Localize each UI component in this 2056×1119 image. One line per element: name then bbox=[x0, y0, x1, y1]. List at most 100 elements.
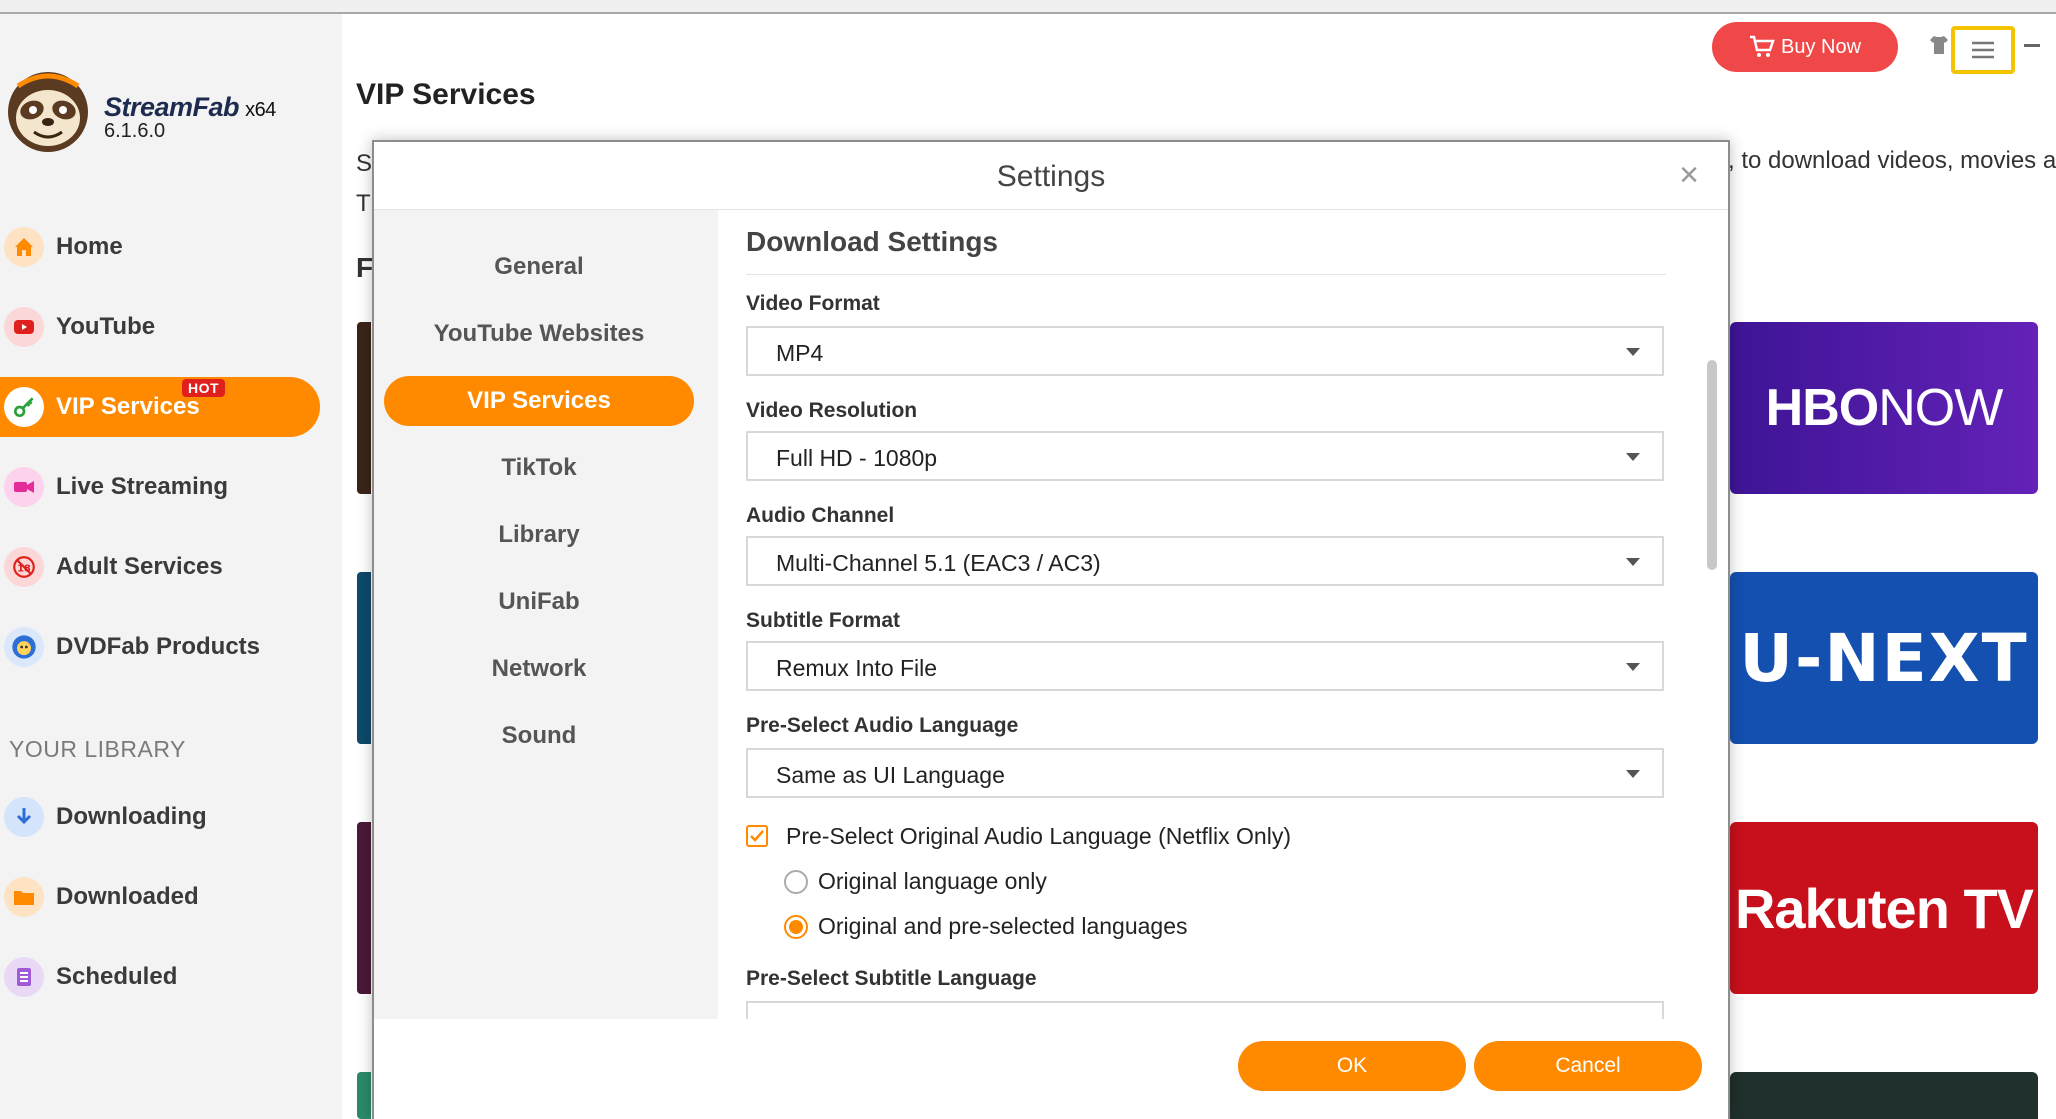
select-value: Same as UI Language bbox=[776, 762, 1005, 788]
subtitle-language-select[interactable] bbox=[746, 1001, 1664, 1019]
background-text: T bbox=[356, 190, 371, 217]
hot-badge: HOT bbox=[182, 379, 226, 397]
page-title: VIP Services bbox=[356, 78, 536, 111]
tab-general[interactable]: General bbox=[384, 242, 694, 292]
audio-language-label: Pre-Select Audio Language bbox=[746, 714, 1019, 737]
service-tile-edge[interactable] bbox=[357, 322, 371, 494]
caret-down-icon bbox=[1626, 770, 1640, 778]
audio-channel-select[interactable]: Multi-Channel 5.1 (EAC3 / AC3) bbox=[746, 536, 1664, 586]
radio-label: Original and pre-selected languages bbox=[818, 913, 1188, 939]
video-resolution-label: Video Resolution bbox=[746, 399, 918, 422]
library-section-title: YOUR LIBRARY bbox=[9, 736, 186, 762]
hamburger-menu-icon bbox=[1972, 41, 1994, 59]
caret-down-icon bbox=[1626, 348, 1640, 356]
settings-tabs: General YouTube Websites VIP Services Ti… bbox=[374, 210, 718, 1019]
buy-now-button[interactable]: Buy Now bbox=[1712, 22, 1898, 72]
divider bbox=[746, 274, 1666, 275]
sidebar-item-dvdfab-products[interactable]: DVDFab Products bbox=[0, 617, 320, 677]
sidebar-item-youtube[interactable]: YouTube bbox=[0, 297, 320, 357]
caret-down-icon bbox=[1626, 663, 1640, 671]
sidebar-item-downloaded[interactable]: Downloaded bbox=[0, 867, 320, 927]
sidebar-item-downloading[interactable]: Downloading bbox=[0, 787, 320, 847]
dialog-title: Settings bbox=[996, 160, 1106, 193]
service-tile-edge[interactable] bbox=[357, 572, 371, 744]
caret-down-icon bbox=[1626, 558, 1640, 566]
subtitle-format-select[interactable]: Remux Into File bbox=[746, 641, 1664, 691]
tab-unifab[interactable]: UniFab bbox=[384, 577, 694, 627]
ok-button[interactable]: OK bbox=[1238, 1041, 1466, 1091]
sidebar-item-scheduled[interactable]: Scheduled bbox=[0, 947, 320, 1007]
radio-label: Original language only bbox=[818, 868, 1047, 894]
sidebar-item-adult-services[interactable]: 18 Adult Services bbox=[0, 537, 320, 597]
service-tile-rakuten-tv[interactable]: Rakuten TV bbox=[1730, 822, 2038, 994]
section-title: Download Settings bbox=[746, 226, 998, 257]
scrollbar-thumb[interactable] bbox=[1707, 360, 1717, 570]
sidebar-item-home[interactable]: Home bbox=[0, 217, 320, 277]
no-18-icon: 18 bbox=[4, 547, 44, 587]
checkmark-icon bbox=[750, 830, 764, 842]
key-icon bbox=[4, 387, 44, 427]
tab-sound[interactable]: Sound bbox=[384, 711, 694, 761]
tab-youtube-websites[interactable]: YouTube Websites bbox=[384, 309, 694, 359]
dialog-header: Settings × bbox=[374, 142, 1728, 210]
select-value: MP4 bbox=[776, 340, 824, 366]
buy-now-label: Buy Now bbox=[1780, 35, 1862, 58]
sidebar-item-label: DVDFab Products bbox=[56, 633, 261, 660]
app-version: 6.1.6.0 bbox=[104, 120, 166, 142]
minimize-button[interactable] bbox=[2024, 44, 2040, 47]
service-tile-edge[interactable] bbox=[357, 822, 371, 994]
background-heading: F bbox=[356, 252, 374, 283]
tab-library[interactable]: Library bbox=[384, 510, 694, 560]
radio-original-only[interactable] bbox=[784, 870, 808, 894]
sidebar-item-label: VIP Services bbox=[56, 393, 200, 420]
folder-icon bbox=[4, 877, 44, 917]
window-top-strip bbox=[0, 0, 2056, 14]
service-tile-u-next[interactable]: U-NEXT bbox=[1730, 572, 2038, 744]
tab-tiktok[interactable]: TikTok bbox=[384, 443, 694, 493]
video-resolution-select[interactable]: Full HD - 1080p bbox=[746, 431, 1664, 481]
audio-language-select[interactable]: Same as UI Language bbox=[746, 748, 1664, 798]
service-tile[interactable] bbox=[1730, 1072, 2038, 1119]
menu-button[interactable] bbox=[1951, 26, 2015, 74]
subtitle-format-label: Subtitle Format bbox=[746, 609, 901, 632]
background-text: S bbox=[356, 150, 373, 177]
service-tile-edge[interactable] bbox=[357, 1072, 371, 1119]
sidebar-item-label: Downloading bbox=[56, 803, 207, 830]
sidebar-item-live-streaming[interactable]: Live Streaming bbox=[0, 457, 320, 517]
background-description: , to download videos, movies a bbox=[1728, 147, 2056, 174]
clipboard-list-icon bbox=[4, 957, 44, 997]
original-audio-label: Pre-Select Original Audio Language (Netf… bbox=[786, 823, 1291, 849]
app-brand: StreamFab x64 bbox=[104, 92, 276, 122]
home-icon bbox=[4, 227, 44, 267]
sidebar: StreamFab x64 6.1.6.0 Home YouTube VIP Se… bbox=[0, 14, 342, 1119]
dvdfab-logo-icon bbox=[4, 627, 44, 667]
youtube-icon bbox=[4, 307, 44, 347]
close-icon[interactable]: × bbox=[1674, 158, 1704, 192]
download-arrow-icon bbox=[4, 797, 44, 837]
video-format-select[interactable]: MP4 bbox=[746, 326, 1664, 376]
service-tile-hbo-now[interactable]: HBO NOW bbox=[1730, 322, 2038, 494]
radio-original-and-preselected[interactable] bbox=[784, 915, 808, 939]
cart-icon bbox=[1749, 35, 1775, 57]
select-value: Full HD - 1080p bbox=[776, 445, 938, 471]
subtitle-language-label: Pre-Select Subtitle Language bbox=[746, 967, 1037, 990]
sidebar-item-label: Downloaded bbox=[56, 883, 199, 910]
settings-dialog: Settings × General YouTube Websites VIP … bbox=[372, 140, 1730, 1119]
tab-vip-services[interactable]: VIP Services bbox=[384, 376, 694, 426]
dialog-footer: OK Cancel bbox=[374, 1019, 1728, 1119]
settings-content: Download Settings Video Format MP4 Video… bbox=[718, 210, 1730, 1019]
sidebar-item-vip-services[interactable]: VIP Services HOT bbox=[0, 377, 320, 437]
tshirt-icon[interactable] bbox=[1928, 34, 1950, 56]
caret-down-icon bbox=[1626, 453, 1640, 461]
sidebar-item-label: Scheduled bbox=[56, 963, 178, 990]
sidebar-item-label: YouTube bbox=[56, 313, 156, 340]
select-value: Remux Into File bbox=[776, 655, 938, 681]
sidebar-item-label: Adult Services bbox=[56, 553, 223, 580]
video-format-label: Video Format bbox=[746, 292, 880, 315]
sloth-logo-icon bbox=[8, 72, 88, 152]
tab-network[interactable]: Network bbox=[384, 644, 694, 694]
audio-channel-label: Audio Channel bbox=[746, 504, 895, 527]
sidebar-item-label: Live Streaming bbox=[56, 473, 229, 500]
cancel-button[interactable]: Cancel bbox=[1474, 1041, 1702, 1091]
original-audio-checkbox[interactable] bbox=[746, 825, 768, 847]
